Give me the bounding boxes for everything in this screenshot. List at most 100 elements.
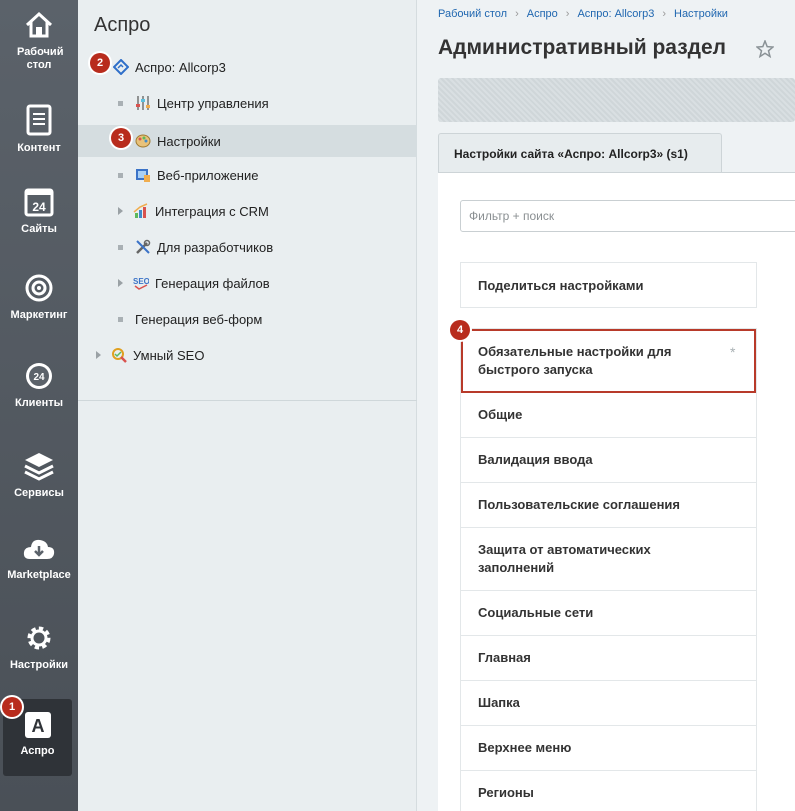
tree-node-label: Генерация веб-форм xyxy=(135,311,263,327)
tree-node-smart-seo[interactable]: Умный SEO xyxy=(78,339,417,371)
rail-label: Сервисы xyxy=(14,487,64,499)
rail-label: Маркетинг xyxy=(10,309,68,321)
smart-seo-icon xyxy=(112,348,127,363)
tree-node-label: Центр управления xyxy=(157,95,269,111)
share-settings-item[interactable]: Поделиться настройками xyxy=(460,262,757,308)
breadcrumb-link[interactable]: Настройки xyxy=(674,8,728,20)
menu-item-input-validation[interactable]: Валидация ввода xyxy=(461,438,756,483)
menu-item-top-menu[interactable]: Верхнее меню xyxy=(461,726,756,771)
step-badge: 1 xyxy=(2,697,22,717)
aspro-diamond-icon xyxy=(113,59,129,75)
menu-item-label: Шапка xyxy=(478,695,520,710)
rail-item-clients[interactable]: 24 Клиенты xyxy=(0,361,78,410)
rail-label: Marketplace xyxy=(7,569,71,581)
tree-node-file-generation[interactable]: SEO Генерация файлов xyxy=(78,267,417,299)
tree-node-label: Генерация файлов xyxy=(155,275,270,291)
rail-item-marketplace[interactable]: Marketplace xyxy=(0,537,78,582)
rail-item-desktop[interactable]: Рабочий стол xyxy=(0,10,78,72)
tree-node-developers[interactable]: Для разработчиков xyxy=(78,231,417,263)
tree-node-aspro-allcorp3[interactable]: Аспро: Allcorp3 xyxy=(78,51,417,83)
breadcrumb-link[interactable]: Аспро: Allcorp3 xyxy=(577,8,654,20)
menu-item-label: Валидация ввода xyxy=(478,452,593,467)
rail-label: Контент xyxy=(17,142,61,154)
sliders-icon xyxy=(136,96,150,110)
web-app-icon xyxy=(136,169,150,182)
main-area: Рабочий стол › Аспро › Аспро: Allcorp3 › Настр… xyxy=(418,0,795,811)
star-icon[interactable] xyxy=(756,40,774,58)
menu-item-header[interactable]: Шапка xyxy=(461,681,756,726)
tree-node-webform-generation[interactable]: Генерация веб-форм xyxy=(78,303,417,335)
menu-item-regions[interactable]: Регионы xyxy=(461,771,756,811)
menu-item-general[interactable]: Общие xyxy=(461,393,756,438)
left-rail: Рабочий стол Контент 24 Сайты Маркетинг … xyxy=(0,0,78,811)
tree-node-label: Для разработчиков xyxy=(157,239,274,255)
rail-label: Настройки xyxy=(9,659,69,671)
tree-node-label: Аспро: Allcorp3 xyxy=(135,59,226,75)
menu-item-social-networks[interactable]: Социальные сети xyxy=(461,591,756,636)
target-icon xyxy=(25,274,53,302)
rail-label: Клиенты xyxy=(14,397,63,409)
aspro-a-icon: A xyxy=(24,712,51,738)
document-icon xyxy=(26,104,52,136)
breadcrumb: Рабочий стол › Аспро › Аспро: Allcorp3 › Настр… xyxy=(438,8,728,20)
tree-node-label: Умный SEO xyxy=(133,347,205,363)
bullet-icon xyxy=(118,100,123,106)
page-title: Административный раздел xyxy=(438,36,727,59)
rail-item-content[interactable]: Контент xyxy=(0,104,78,155)
divider xyxy=(78,400,417,401)
rail-item-services[interactable]: Сервисы xyxy=(0,451,78,500)
menu-item-label: Защита от автоматических заполнений xyxy=(478,542,651,575)
rail-label: Сайты xyxy=(21,223,57,235)
calendar-24-icon: 24 xyxy=(24,188,54,217)
menu-item-label: Пользовательские соглашения xyxy=(478,497,681,512)
rail-label: Рабочий стол xyxy=(17,46,64,71)
menu-item-label: Главная xyxy=(478,650,531,665)
tree-node-web-app[interactable]: Веб-приложение xyxy=(78,159,417,191)
expand-arrow-icon[interactable] xyxy=(96,351,101,359)
menu-item-label: Регионы xyxy=(478,785,534,800)
tab-site-settings[interactable]: Настройки сайта «Аспро: Allcorp3» (s1) xyxy=(438,133,722,173)
navigation-tree: Аспро Аспро: Allcorp3 2 Центр управления… xyxy=(78,0,417,811)
menu-item-spam-protection[interactable]: Защита от автоматических заполнений xyxy=(461,528,756,591)
bullet-icon xyxy=(118,244,123,250)
menu-item-label: Общие xyxy=(478,407,523,422)
rail-item-settings[interactable]: Настройки xyxy=(0,623,78,672)
expand-arrow-icon[interactable] xyxy=(118,279,123,287)
settings-content: Фильтр + поиск Поделиться настройками Об… xyxy=(438,172,795,811)
rail-item-sites[interactable]: 24 Сайты xyxy=(0,187,78,236)
clients-24-icon: 24 xyxy=(26,363,52,389)
menu-item-label: Обязательные настройки для быстрого запу… xyxy=(478,343,672,377)
menu-item-quick-start[interactable]: Обязательные настройки для быстрого запу… xyxy=(461,329,756,393)
expand-arrow-icon[interactable] xyxy=(118,207,123,215)
settings-menu: Обязательные настройки для быстрого запу… xyxy=(460,328,757,811)
tools-icon xyxy=(136,239,151,254)
rail-item-marketing[interactable]: Маркетинг xyxy=(0,273,78,322)
step-badge: 2 xyxy=(90,53,110,73)
svg-text:24: 24 xyxy=(33,372,45,383)
layers-icon xyxy=(24,453,54,481)
chart-growth-icon xyxy=(133,203,148,218)
required-asterisk: * xyxy=(730,344,736,360)
tree-node-label: Настройки xyxy=(157,133,221,149)
seo-icon: SEO xyxy=(133,277,149,290)
breadcrumb-link[interactable]: Рабочий стол xyxy=(438,8,507,20)
svg-text:24: 24 xyxy=(32,200,46,214)
bullet-icon xyxy=(118,172,123,178)
bullet-icon xyxy=(118,316,123,322)
menu-item-label: Верхнее меню xyxy=(478,740,572,755)
palette-icon xyxy=(135,134,151,148)
tree-node-crm-integration[interactable]: Интеграция с CRM xyxy=(78,195,417,227)
search-input[interactable]: Фильтр + поиск xyxy=(460,200,795,232)
rail-label: Аспро xyxy=(20,745,55,757)
toolbar xyxy=(438,78,795,122)
svg-text:A: A xyxy=(31,716,44,736)
step-badge: 3 xyxy=(111,128,131,148)
breadcrumb-link[interactable]: Аспро xyxy=(527,8,558,20)
menu-item-label: Социальные сети xyxy=(478,605,594,620)
tree-node-control-center[interactable]: Центр управления xyxy=(78,87,417,119)
menu-item-user-agreements[interactable]: Пользовательские соглашения xyxy=(461,483,756,528)
tree-node-label: Интеграция с CRM xyxy=(155,203,269,219)
tree-node-label: Веб-приложение xyxy=(157,167,259,183)
cloud-download-icon xyxy=(23,539,55,559)
menu-item-home[interactable]: Главная xyxy=(461,636,756,681)
